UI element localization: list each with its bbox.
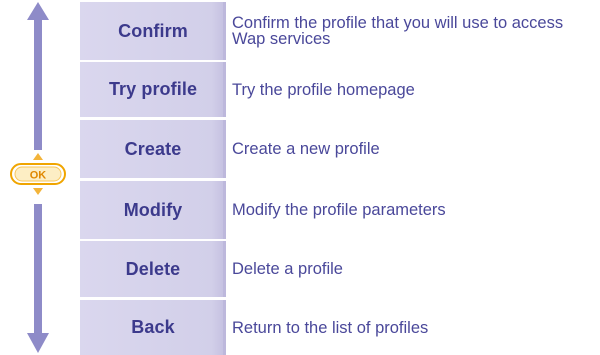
menu-item-create-description: Create a new profile: [226, 120, 600, 178]
description-text: Return to the list of profiles: [232, 318, 429, 337]
menu-item-confirm-label[interactable]: Confirm: [80, 2, 226, 60]
navigation-column: OK: [0, 0, 80, 355]
menu-item-modify-label[interactable]: Modify: [80, 181, 226, 239]
menu-item-delete-label[interactable]: Delete: [80, 241, 226, 297]
menu-row-back[interactable]: Back Return to the list of profiles: [80, 300, 600, 355]
menu-item-back-description: Return to the list of profiles: [226, 300, 600, 355]
menu-item-modify-description: Modify the profile parameters: [226, 181, 600, 239]
scroll-down-arrow-icon[interactable]: [27, 204, 49, 353]
menu-item-try-profile-description: Try the profile homepage: [226, 62, 600, 117]
small-up-triangle-icon: [33, 153, 43, 160]
menu-item-try-profile-label[interactable]: Try profile: [80, 62, 226, 117]
description-text: Modify the profile parameters: [232, 201, 446, 219]
ok-button[interactable]: OK: [10, 163, 66, 185]
ok-button-label: OK: [30, 170, 47, 182]
profile-options-table: Confirm Confirm the profile that you wil…: [80, 0, 600, 355]
scroll-up-arrow-icon[interactable]: [27, 2, 49, 150]
menu-item-confirm-description: Confirm the profile that you will use to…: [226, 2, 600, 60]
description-text: Create a new profile: [232, 140, 380, 158]
navigation-graphic: OK: [10, 2, 66, 353]
menu-item-delete-description: Delete a profile: [226, 241, 600, 297]
menu-row-confirm[interactable]: Confirm Confirm the profile that you wil…: [80, 2, 600, 60]
menu-row-try-profile[interactable]: Try profile Try the profile homepage: [80, 62, 600, 117]
menu-item-back-label[interactable]: Back: [80, 300, 226, 355]
small-down-triangle-icon: [33, 188, 43, 195]
menu-item-create-label[interactable]: Create: [80, 120, 226, 178]
description-text: Delete a profile: [232, 260, 343, 278]
menu-row-create[interactable]: Create Create a new profile: [80, 120, 600, 178]
menu-row-modify[interactable]: Modify Modify the profile parameters: [80, 181, 600, 239]
description-text: Confirm the profile that you will use to…: [232, 14, 564, 48]
menu-row-delete[interactable]: Delete Delete a profile: [80, 241, 600, 297]
description-text: Try the profile homepage: [232, 80, 415, 99]
